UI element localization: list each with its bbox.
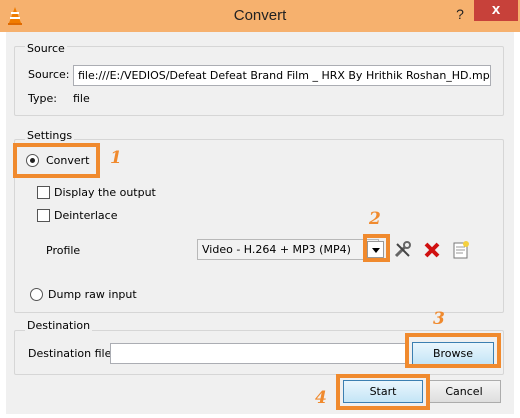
step3-number: 3 — [433, 309, 445, 329]
start-button[interactable]: Start — [343, 380, 423, 403]
type-label: Type: — [28, 92, 57, 105]
title-bar: Convert ? x — [0, 0, 520, 32]
type-value: file — [73, 92, 90, 105]
dump-raw-label[interactable]: Dump raw input — [48, 288, 137, 301]
deinterlace-checkbox[interactable] — [37, 209, 50, 222]
destination-group-title: Destination — [25, 319, 93, 332]
edit-profile-icon[interactable] — [393, 240, 413, 260]
destination-file-input[interactable] — [110, 343, 406, 364]
destination-file-label: Destination file: — [28, 347, 116, 360]
profile-dropdown-arrow[interactable] — [367, 241, 384, 258]
close-button[interactable]: x — [474, 0, 518, 21]
source-path-field[interactable]: file:///E:/VEDIOS/Defeat Defeat Brand Fi… — [73, 65, 491, 86]
source-label: Source: — [28, 68, 70, 81]
display-output-label[interactable]: Display the output — [54, 186, 156, 199]
profile-label: Profile — [46, 244, 81, 257]
display-output-checkbox[interactable] — [37, 186, 50, 199]
help-button[interactable]: ? — [452, 6, 468, 24]
convert-radio-label[interactable]: Convert — [46, 154, 90, 167]
convert-radio[interactable] — [26, 154, 39, 167]
delete-profile-icon[interactable] — [422, 240, 442, 260]
dump-raw-radio[interactable] — [30, 288, 43, 301]
step4-number: 4 — [315, 388, 327, 408]
step2-number: 2 — [369, 209, 381, 229]
dialog-body: Source Source: file:///E:/VEDIOS/Defeat … — [6, 32, 514, 414]
deinterlace-label[interactable]: Deinterlace — [54, 209, 117, 222]
window-title: Convert — [233, 7, 287, 24]
settings-group-title: Settings — [25, 129, 75, 142]
browse-button[interactable]: Browse — [412, 342, 494, 365]
source-group-title: Source — [25, 42, 67, 55]
step1-number: 1 — [110, 148, 122, 168]
new-profile-icon[interactable] — [451, 240, 471, 260]
profile-select[interactable]: Video - H.264 + MP3 (MP4) — [197, 239, 379, 260]
cancel-button[interactable]: Cancel — [427, 380, 501, 403]
